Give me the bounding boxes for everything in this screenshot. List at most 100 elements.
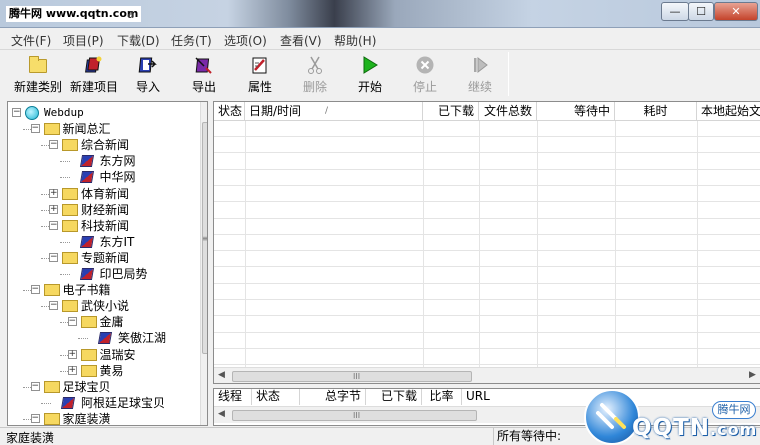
delete-button[interactable]: 删除: [295, 50, 335, 98]
folder-icon: [62, 188, 78, 200]
menu-help[interactable]: 帮助(H): [334, 32, 376, 49]
scroll-right-icon[interactable]: ▶: [749, 370, 756, 380]
expand-icon[interactable]: +: [49, 205, 58, 214]
folder-icon: [43, 413, 60, 425]
tree-item[interactable]: + 体育新闻: [8, 186, 200, 202]
tree-item[interactable]: 东方网: [8, 153, 200, 169]
window-title-tail: a: [127, 7, 135, 21]
sort-indicator: /: [325, 106, 329, 116]
tree-item-label: 科技新闻: [81, 219, 130, 233]
tree-item-label: Webdup: [44, 106, 84, 119]
folder-icon: [28, 55, 48, 75]
folder-icon: [80, 316, 97, 328]
resume-icon: [470, 55, 490, 75]
project-list[interactable]: 状态 日期/时间 / 已下载 文件总数 等待中 耗时 本地起始文件 ◀ III …: [213, 101, 760, 384]
collapse-icon[interactable]: −: [30, 124, 40, 133]
expand-icon[interactable]: +: [67, 366, 77, 375]
folder-icon: [62, 252, 78, 264]
tree-vertical-scrollbar[interactable]: ≡: [200, 102, 207, 425]
properties-button[interactable]: 属性: [240, 50, 280, 98]
col-elapsed[interactable]: 耗时: [615, 102, 697, 121]
tree-item[interactable]: 东方IT: [8, 234, 200, 250]
folder-icon: [43, 123, 60, 135]
minimize-button[interactable]: —: [661, 2, 689, 21]
title-bar[interactable]: 腾牛网 www.qqtn.com a — ☐ ✕: [0, 0, 760, 28]
tree-item-label: 财经新闻: [81, 203, 130, 217]
collapse-icon[interactable]: −: [12, 108, 21, 117]
collapse-icon[interactable]: −: [30, 414, 40, 423]
menu-file[interactable]: 文件(F): [11, 32, 51, 49]
close-button[interactable]: ✕: [714, 2, 758, 21]
menu-project[interactable]: 项目(P): [63, 32, 104, 49]
tree-item[interactable]: − Webdup: [8, 105, 200, 121]
tree-item[interactable]: + 黄易: [8, 363, 200, 379]
stop-icon: [415, 55, 435, 75]
expand-icon[interactable]: +: [49, 189, 58, 198]
category-tree[interactable]: − Webdup − 新闻总汇 − 综合新闻 东方网 中华网 + 体育新闻 + 财经新闻 − 科技新闻 东方…: [7, 101, 208, 426]
tree-connector: [59, 161, 70, 162]
tree-item[interactable]: 中华网: [8, 169, 200, 185]
col-ratio[interactable]: 比率: [422, 389, 462, 405]
tree-item[interactable]: + 财经新闻: [8, 202, 200, 218]
menu-options[interactable]: 选项(O): [224, 32, 267, 49]
col-local-start-file[interactable]: 本地起始文件: [697, 102, 760, 121]
tree-item[interactable]: 笑傲江湖: [8, 330, 200, 346]
menu-download[interactable]: 下载(D): [117, 32, 160, 49]
tree-item[interactable]: − 专题新闻: [8, 250, 200, 266]
collapse-icon[interactable]: −: [67, 317, 77, 326]
start-button[interactable]: 开始: [350, 50, 390, 98]
menu-task[interactable]: 任务(T): [171, 32, 212, 49]
collapse-icon[interactable]: −: [49, 140, 58, 149]
menu-bar: 文件(F) 项目(P) 下载(D) 任务(T) 选项(O) 查看(V) 帮助(H…: [0, 29, 760, 49]
tree-item-label: 武侠小说: [81, 299, 130, 313]
tree-item[interactable]: 印巴局势: [8, 266, 200, 282]
tree-item-label: 金庸: [99, 315, 124, 329]
scroll-thumb[interactable]: III: [232, 371, 472, 382]
col-thread[interactable]: 线程: [214, 389, 252, 405]
table-row: [214, 203, 760, 219]
tree-item[interactable]: − 科技新闻: [8, 218, 200, 234]
tree-item[interactable]: 阿根廷足球宝贝: [8, 395, 200, 411]
tree-item-label: 体育新闻: [81, 187, 130, 201]
window-title: 腾牛网 www.qqtn.com: [6, 6, 142, 22]
scroll-left-icon[interactable]: ◀: [218, 409, 225, 419]
collapse-icon[interactable]: −: [49, 301, 58, 310]
book-icon: [97, 332, 113, 344]
grid-column-line: [479, 121, 480, 367]
col-thread-status[interactable]: 状态: [252, 389, 300, 405]
col-total-bytes[interactable]: 总字节: [300, 389, 366, 405]
maximize-button[interactable]: ☐: [688, 2, 714, 21]
collapse-icon[interactable]: −: [49, 253, 58, 262]
export-button[interactable]: 导出: [184, 50, 224, 98]
tree-item[interactable]: − 金庸: [8, 314, 200, 330]
col-waiting[interactable]: 等待中: [537, 102, 615, 121]
tree-item[interactable]: − 新闻总汇: [8, 121, 200, 137]
tree-item[interactable]: − 武侠小说: [8, 298, 200, 314]
col-url[interactable]: URL: [462, 389, 542, 405]
stop-button[interactable]: 停止: [405, 50, 445, 98]
table-row: [214, 137, 760, 154]
tree-item[interactable]: − 家庭装潢: [8, 411, 200, 425]
tree-item[interactable]: + 温瑞安: [8, 347, 200, 363]
new-item-button[interactable]: 新建项目: [66, 50, 122, 98]
tree-item[interactable]: − 电子书籍: [8, 282, 200, 298]
col-downloaded[interactable]: 已下载: [423, 102, 479, 121]
col-thread-downloaded[interactable]: 已下载: [366, 389, 422, 405]
col-datetime[interactable]: 日期/时间 /: [245, 102, 423, 121]
col-total-files[interactable]: 文件总数: [479, 102, 537, 121]
tree-item[interactable]: − 综合新闻: [8, 137, 200, 153]
collapse-icon[interactable]: −: [30, 382, 40, 391]
scroll-thumb[interactable]: III: [232, 410, 477, 421]
new-category-button[interactable]: 新建类别: [10, 50, 66, 98]
collapse-icon[interactable]: −: [30, 285, 40, 294]
resume-button[interactable]: 继续: [460, 50, 500, 98]
tree-item-label: 笑傲江湖: [118, 331, 167, 345]
scroll-left-icon[interactable]: ◀: [218, 370, 225, 380]
col-status[interactable]: 状态: [214, 102, 245, 121]
import-button[interactable]: 导入: [128, 50, 168, 98]
list-horizontal-scrollbar[interactable]: ◀ III ▶: [214, 367, 760, 383]
tree-item[interactable]: − 足球宝贝: [8, 379, 200, 395]
menu-view[interactable]: 查看(V): [280, 32, 322, 49]
collapse-icon[interactable]: −: [49, 221, 58, 230]
expand-icon[interactable]: +: [67, 350, 77, 359]
